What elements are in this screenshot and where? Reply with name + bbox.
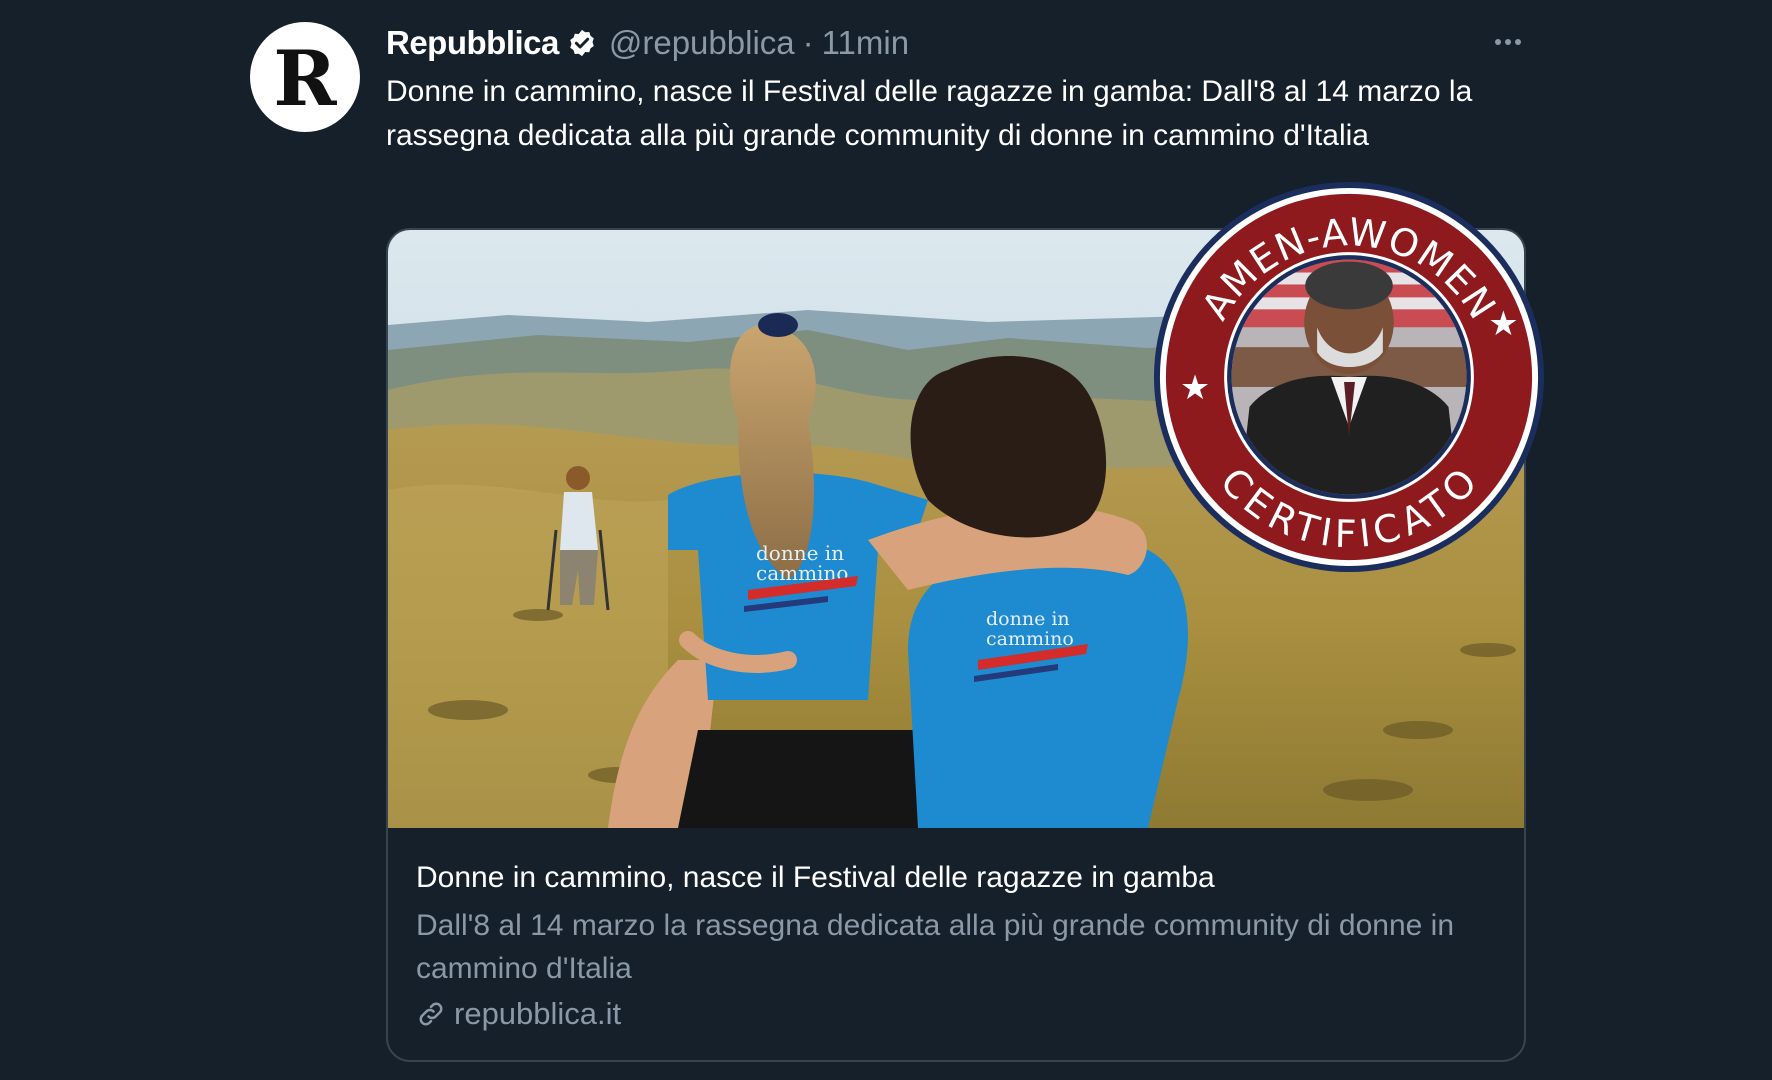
author-display-name[interactable]: Repubblica — [386, 24, 559, 62]
shirt-text-left: donne in cammino — [756, 541, 848, 585]
header-separator: · — [802, 24, 814, 61]
more-dot — [1515, 39, 1521, 45]
author-avatar[interactable]: R — [250, 22, 360, 132]
tweet-header: Repubblica @repubblica · 11min — [386, 24, 909, 62]
more-options-icon[interactable] — [1488, 22, 1528, 62]
author-handle[interactable]: @repubblica — [609, 24, 795, 62]
avatar-logo-letter: R — [273, 34, 337, 123]
tweet-timestamp[interactable]: 11min — [822, 24, 909, 62]
tweet-text: Donne in cammino, nasce il Festival dell… — [386, 75, 1473, 152]
card-title[interactable]: Donne in cammino, nasce il Festival dell… — [416, 858, 1506, 898]
stamp-star-right-icon: ★ — [1488, 304, 1518, 343]
more-dot — [1495, 39, 1501, 45]
more-dot — [1505, 39, 1511, 45]
card-description: Dall'8 al 14 marzo la rassegna dedicata … — [416, 909, 1455, 985]
shirt-text-right: donne in cammino — [986, 608, 1074, 650]
certified-stamp: AMEN-AWOMEN CERTIFICATO ★ ★ — [1153, 181, 1545, 573]
stamp-star-left-icon: ★ — [1180, 368, 1210, 407]
card-domain-row[interactable]: repubblica.it — [416, 996, 1506, 1032]
verified-badge-icon — [570, 29, 594, 57]
card-body: Donne in cammino, nasce il Festival dell… — [416, 858, 1506, 1032]
link-icon — [419, 1002, 443, 1026]
card-domain: repubblica.it — [454, 996, 622, 1031]
